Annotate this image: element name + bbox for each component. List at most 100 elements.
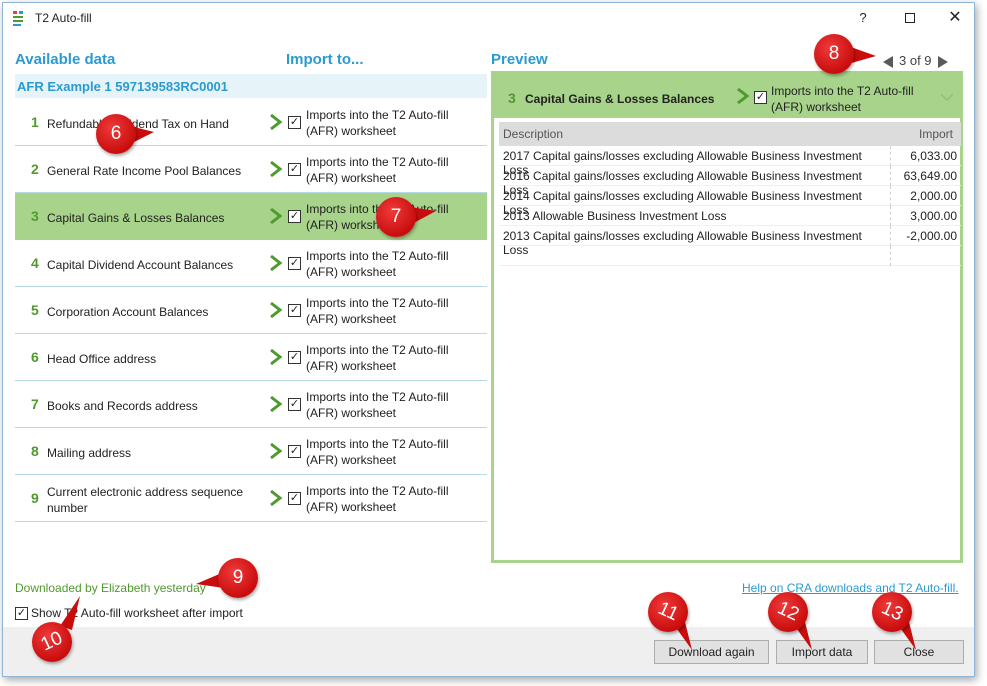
import-checkbox[interactable]: ✓ <box>288 445 301 458</box>
column-divider <box>890 186 891 206</box>
list-item[interactable]: 8 Mailing address ✓ Imports into the T2 … <box>15 428 487 475</box>
preview-name: Capital Gains & Losses Balances <box>525 92 715 106</box>
row-value: 2,000.00 <box>910 189 957 203</box>
chevron-right-icon <box>270 442 283 460</box>
column-divider <box>890 226 891 246</box>
maximize-button[interactable] <box>896 7 924 29</box>
item-name: General Rate Income Pool Balances <box>47 164 242 178</box>
import-target-text: Imports into the T2 Auto-fill (AFR) work… <box>306 484 449 514</box>
table-row: 2014 Capital gains/losses excluding Allo… <box>499 186 961 217</box>
import-checkbox[interactable]: ✓ <box>288 398 301 411</box>
chevron-right-icon <box>270 207 283 225</box>
item-number: 1 <box>31 114 39 130</box>
column-divider <box>890 146 891 166</box>
column-header-description: Description <box>503 127 564 141</box>
chevron-right-icon <box>270 113 283 131</box>
app-icon <box>13 11 23 26</box>
button-bar: Download again Import data Close <box>3 627 974 676</box>
column-divider <box>890 166 891 186</box>
import-checkbox[interactable]: ✓ <box>288 116 301 129</box>
row-description: 2013 Allowable Business Investment Loss <box>503 209 727 223</box>
next-page-icon[interactable] <box>937 55 948 68</box>
list-item[interactable]: 7 Books and Records address ✓ Imports in… <box>15 381 487 428</box>
import-checkbox[interactable]: ✓ <box>288 351 301 364</box>
preview-pager: 3 of 9 <box>883 53 948 69</box>
list-item[interactable]: 1 Refundable Dividend Tax on Hand ✓ Impo… <box>15 99 487 146</box>
list-item[interactable]: 5 Corporation Account Balances ✓ Imports… <box>15 287 487 334</box>
help-button[interactable]: ? <box>849 7 877 29</box>
chevron-right-icon <box>270 301 283 319</box>
table-row: 2016 Capital gains/losses excluding Allo… <box>499 166 961 197</box>
callout-number: 6 <box>110 123 122 144</box>
import-to-heading: Import to... <box>286 51 364 68</box>
item-number: 5 <box>31 302 39 318</box>
preview-heading: Preview <box>491 51 548 68</box>
import-target-text: Imports into the T2 Auto-fill (AFR) work… <box>306 296 449 326</box>
import-checkbox[interactable]: ✓ <box>288 257 301 270</box>
import-target-text: Imports into the T2 Auto-fill (AFR) work… <box>306 437 449 467</box>
item-number: 4 <box>31 255 39 271</box>
import-checkbox[interactable]: ✓ <box>288 304 301 317</box>
available-data-list: 1 Refundable Dividend Tax on Hand ✓ Impo… <box>15 99 487 522</box>
item-number: 9 <box>31 490 39 506</box>
item-name: Mailing address <box>47 446 132 460</box>
table-header: Description Import <box>499 122 961 146</box>
item-number: 7 <box>31 396 39 412</box>
column-divider <box>890 246 891 266</box>
chevron-right-icon <box>270 395 283 413</box>
item-name: Current electronic address sequence numb… <box>47 485 244 515</box>
item-number: 6 <box>31 349 39 365</box>
item-name: Corporation Account Balances <box>47 305 209 319</box>
import-target-text: Imports into the T2 Auto-fill (AFR) work… <box>306 343 449 373</box>
table-row: 2017 Capital gains/losses excluding Allo… <box>499 146 961 177</box>
preview-panel: 3 Capital Gains & Losses Balances ✓ Impo… <box>491 71 963 563</box>
import-checkbox[interactable]: ✓ <box>288 492 301 505</box>
callout-8: 8 <box>814 34 876 74</box>
close-window-button[interactable]: ✕ <box>941 7 969 29</box>
callout-13: 13 <box>872 592 916 650</box>
chevron-down-icon[interactable] <box>940 92 954 102</box>
callout-number: 9 <box>232 567 244 588</box>
chevron-right-icon <box>737 87 750 105</box>
downloaded-status: Downloaded by Elizabeth yesterday <box>15 581 206 595</box>
chevron-right-icon <box>270 160 283 178</box>
list-item[interactable]: 2 General Rate Income Pool Balances ✓ Im… <box>15 146 487 193</box>
item-number: 2 <box>31 161 39 177</box>
import-checkbox[interactable]: ✓ <box>288 163 301 176</box>
item-name: Capital Dividend Account Balances <box>47 258 234 272</box>
row-value: 3,000.00 <box>910 209 957 223</box>
chevron-right-icon <box>270 254 283 272</box>
import-checkbox[interactable]: ✓ <box>288 210 301 223</box>
callout-number: 7 <box>390 206 402 227</box>
row-value: 63,649.00 <box>903 169 957 183</box>
previous-page-icon[interactable] <box>883 55 893 68</box>
pager-text: 3 of 9 <box>899 53 932 68</box>
title-bar: T2 Auto-fill ? ✕ <box>3 3 974 33</box>
import-target-text: Imports into the T2 Auto-fill (AFR) work… <box>306 390 449 420</box>
company-header: AFR Example 1 597139583RC0001 <box>15 74 487 98</box>
table-row-empty <box>499 246 961 266</box>
column-header-import: Import <box>918 127 953 141</box>
callout-7: 7 <box>376 197 436 237</box>
item-name: Head Office address <box>47 352 157 366</box>
callout-9: 9 <box>196 558 262 598</box>
item-number: 3 <box>31 208 39 224</box>
list-item[interactable]: 9 Current electronic address sequence nu… <box>15 475 487 522</box>
show-worksheet-checkbox[interactable]: ✓ <box>15 607 28 621</box>
preview-import-checkbox[interactable]: ✓ <box>754 91 767 104</box>
item-name: Capital Gains & Losses Balances <box>47 211 225 225</box>
list-item[interactable]: 6 Head Office address ✓ Imports into the… <box>15 334 487 381</box>
import-target-text: Imports into the T2 Auto-fill (AFR) work… <box>306 249 449 279</box>
callout-11: 11 <box>648 592 692 650</box>
column-divider <box>890 206 891 226</box>
row-value: 6,033.00 <box>910 149 957 163</box>
chevron-right-icon <box>270 348 283 366</box>
preview-header: 3 Capital Gains & Losses Balances ✓ Impo… <box>494 74 960 118</box>
callout-number: 8 <box>828 43 840 64</box>
list-item[interactable]: 4 Capital Dividend Account Balances ✓ Im… <box>15 240 487 287</box>
preview-number: 3 <box>508 90 516 106</box>
item-name: Books and Records address <box>47 399 198 413</box>
maximize-icon <box>905 13 915 23</box>
preview-import-text: Imports into the T2 Auto-fill (AFR) work… <box>771 84 914 114</box>
callout-10: 10 <box>32 596 80 662</box>
